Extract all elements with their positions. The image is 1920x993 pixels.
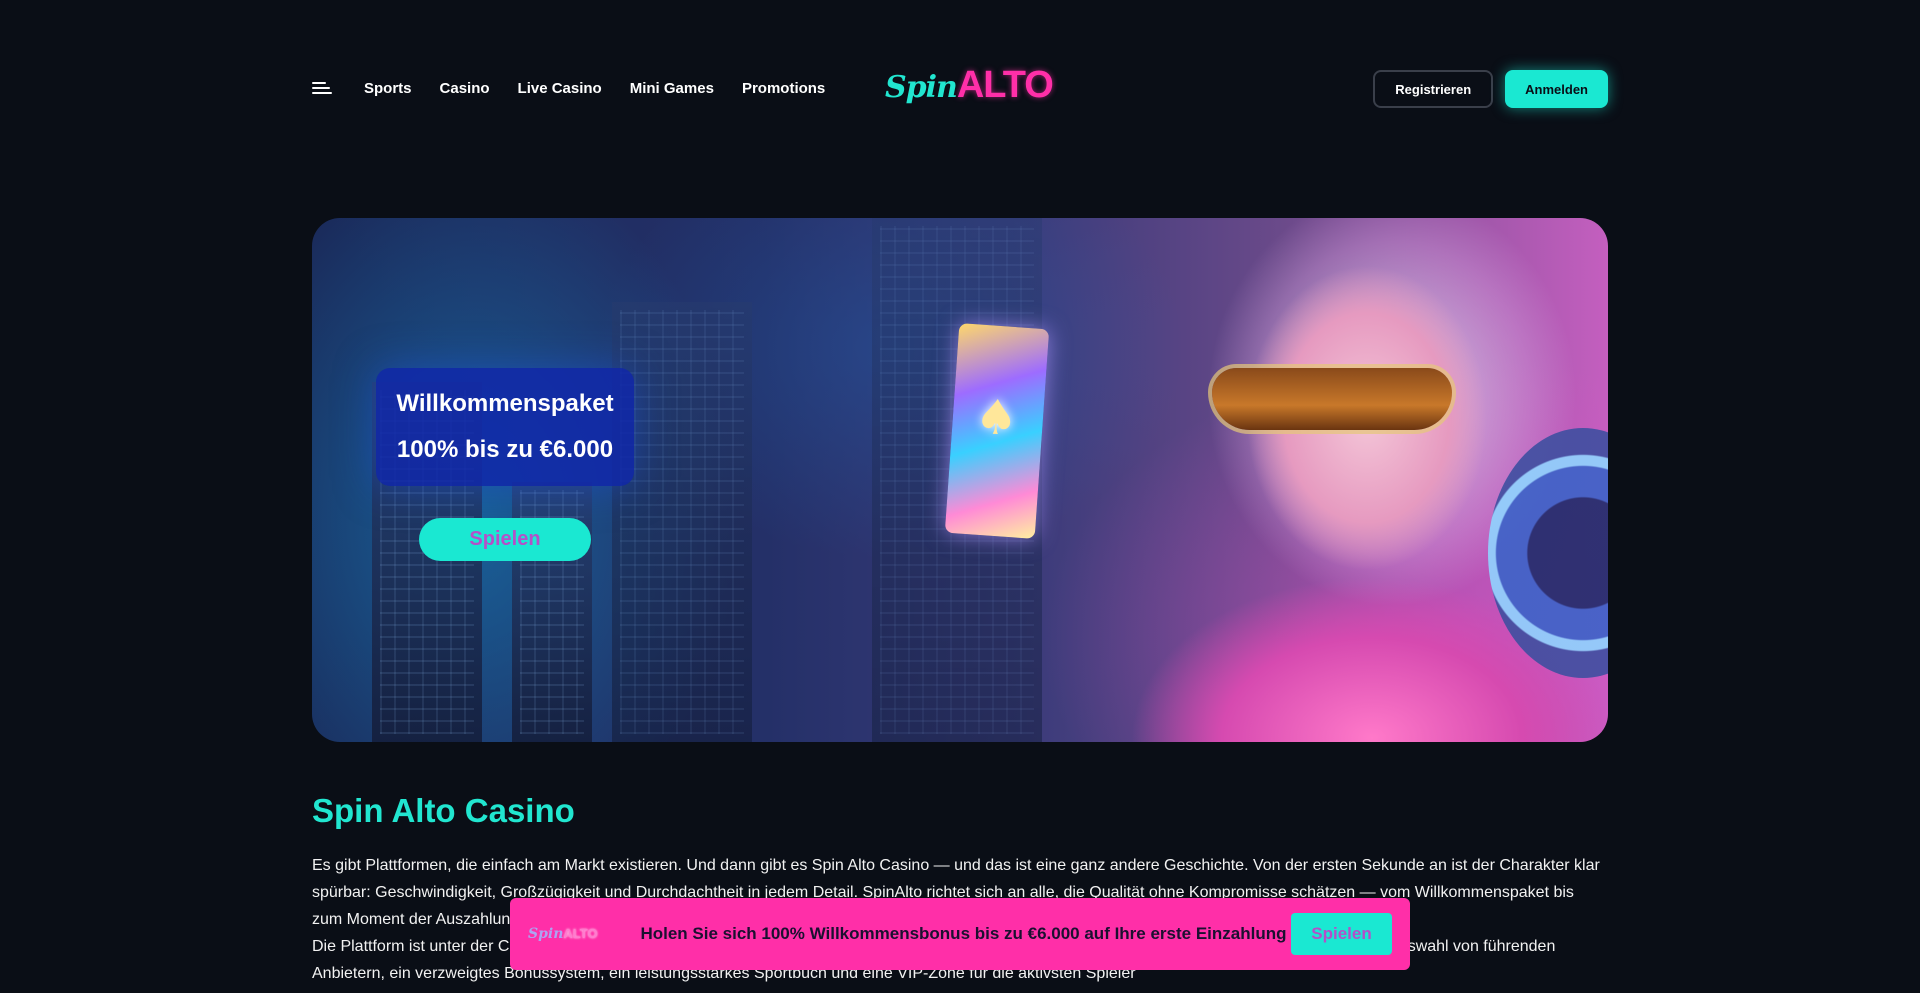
site-logo[interactable]: Spin ALTO bbox=[885, 64, 1054, 106]
main-nav: Sports Casino Live Casino Mini Games Pro… bbox=[364, 80, 825, 97]
logo-spin-text: Spin bbox=[885, 70, 958, 105]
nav-promotions[interactable]: Promotions bbox=[742, 80, 825, 97]
login-button[interactable]: Anmelden bbox=[1505, 70, 1608, 108]
banner-play-button[interactable]: Spielen bbox=[1291, 913, 1392, 955]
nav-live-casino[interactable]: Live Casino bbox=[518, 80, 602, 97]
page: Sports Casino Live Casino Mini Games Pro… bbox=[0, 0, 1920, 993]
playing-card-image bbox=[944, 323, 1050, 539]
sticky-bonus-banner: Spin ALTO Holen Sie sich 100% Willkommen… bbox=[510, 898, 1410, 970]
banner-text: Holen Sie sich 100% Willkommensbonus bis… bbox=[640, 924, 1287, 943]
promo-title: Willkommenspaket bbox=[396, 390, 614, 417]
logo-alto-text: ALTO bbox=[956, 64, 1054, 106]
nav-mini-games[interactable]: Mini Games bbox=[630, 80, 714, 97]
sunglasses-image bbox=[1212, 368, 1452, 430]
register-button[interactable]: Registrieren bbox=[1373, 70, 1494, 108]
header: Sports Casino Live Casino Mini Games Pro… bbox=[312, 64, 1608, 108]
building-decoration bbox=[612, 302, 752, 742]
banner-logo: Spin ALTO bbox=[528, 926, 628, 942]
promo-amount: 100% bis zu €6.000 bbox=[396, 436, 614, 463]
page-title: Spin Alto Casino bbox=[312, 792, 575, 829]
nav-casino[interactable]: Casino bbox=[440, 80, 490, 97]
hamburger-menu-icon[interactable] bbox=[312, 77, 334, 99]
banner-logo-alto: ALTO bbox=[563, 926, 598, 941]
hero-play-button[interactable]: Spielen bbox=[419, 518, 591, 561]
nav-sports[interactable]: Sports bbox=[364, 80, 412, 97]
auth-buttons: Registrieren Anmelden bbox=[1373, 70, 1608, 108]
hero-banner: Willkommenspaket 100% bis zu €6.000 Spie… bbox=[312, 218, 1608, 742]
welcome-package-box: Willkommenspaket 100% bis zu €6.000 bbox=[376, 368, 634, 486]
banner-logo-spin: Spin bbox=[528, 926, 564, 942]
